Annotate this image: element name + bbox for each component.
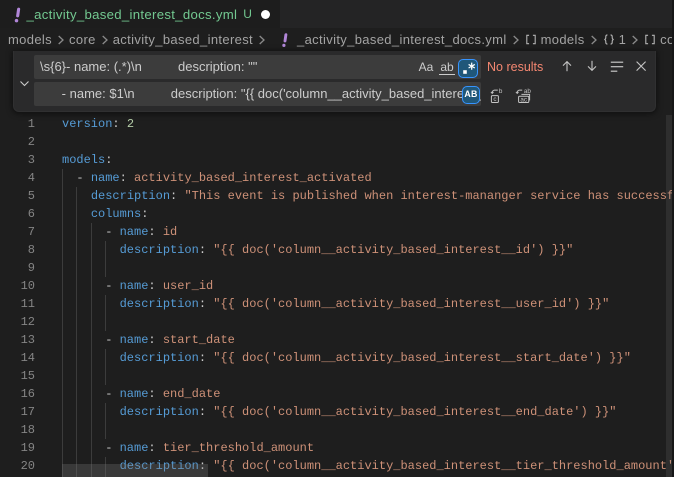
svg-text:ac: ac [520, 96, 527, 103]
svg-text:ab: ab [524, 88, 532, 95]
svg-text:b: b [499, 88, 503, 95]
svg-text:c: c [493, 96, 496, 103]
